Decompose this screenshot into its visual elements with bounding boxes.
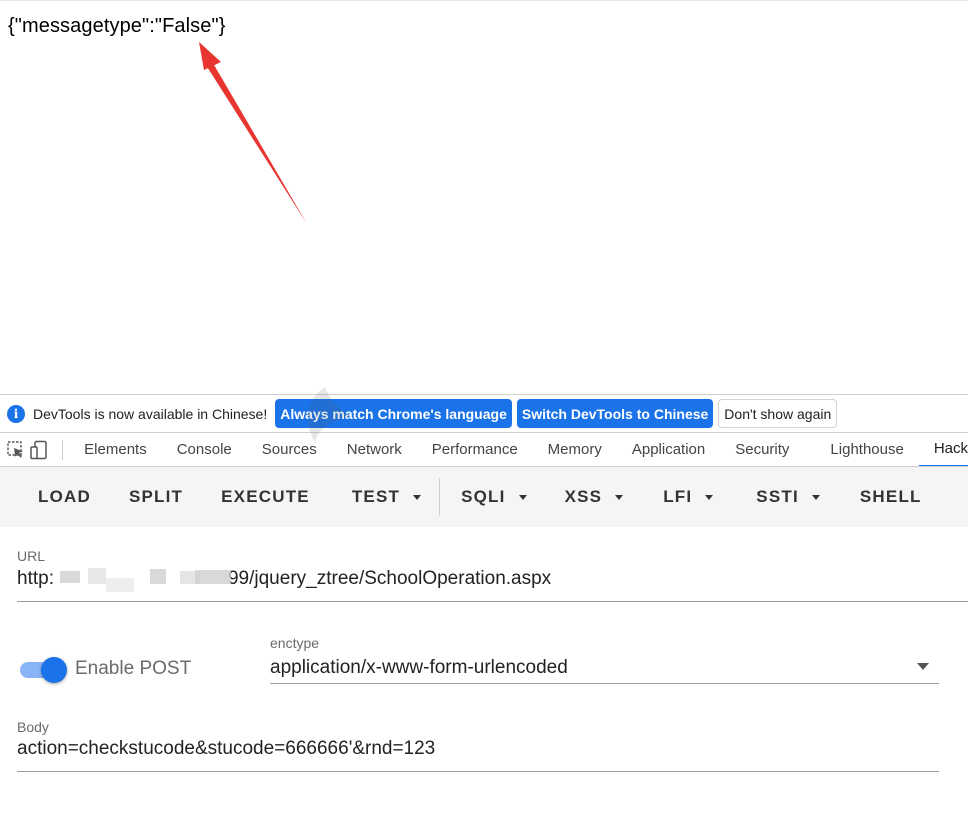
chevron-down-icon[interactable] [917,663,929,670]
url-underline [17,601,968,602]
arrow-head [199,42,221,70]
shell-menu-button[interactable]: SHELL [860,467,922,527]
enctype-label: enctype [270,635,320,651]
lfi-menu-button[interactable]: LFI [663,467,714,527]
redaction-block [88,568,106,584]
url-prefix: http: [17,568,54,589]
execute-button[interactable]: EXECUTE [221,467,310,527]
lfi-label: LFI [663,487,693,506]
tab-console[interactable]: Console [162,433,247,466]
tab-hackbar[interactable]: Hack [918,433,968,466]
redaction-block [195,570,231,584]
dropdown-caret-icon [413,494,422,500]
redaction-block [60,571,80,583]
device-toolbar-icon[interactable] [27,433,50,466]
tab-security[interactable]: Security [720,433,804,466]
dropdown-caret-icon [705,494,714,500]
tab-memory[interactable]: Memory [533,433,617,466]
toolbar-divider [62,439,64,460]
url-label: URL [17,548,46,564]
ssti-menu-button[interactable]: SSTI [756,467,820,527]
tab-elements[interactable]: Elements [76,433,162,466]
tab-sources[interactable]: Sources [247,433,332,466]
toolbar-divider [439,478,441,516]
split-label: SPLIT [128,487,184,506]
sqli-label: SQLI [461,487,506,506]
body-input[interactable]: action=checkstucode&stucode=666666'&rnd=… [17,738,435,760]
tab-performance[interactable]: Performance [417,433,533,466]
dropdown-caret-icon [518,494,527,500]
body-label: Body [17,719,49,735]
xss-menu-button[interactable]: XSS [565,467,624,527]
dropdown-caret-icon [615,494,624,500]
test-menu-button[interactable]: TEST [351,467,422,527]
arrow-shaft [204,58,307,224]
split-button[interactable]: SPLIT [129,467,183,527]
redaction-block [150,569,166,584]
annotation-arrow [199,42,307,224]
redaction-block [106,578,134,592]
devtools-tabbar: Elements Console Sources Network Perform… [0,432,968,467]
enable-post-toggle[interactable] [41,657,67,683]
tab-lighthouse[interactable]: Lighthouse [804,433,918,466]
ssti-label: SSTI [756,487,799,506]
enable-post-label: Enable POST [75,658,192,679]
shell-label: SHELL [859,487,922,506]
enctype-underline [270,683,939,684]
infobar-message: DevTools is now available in Chinese! [33,405,268,422]
url-suffix: 99/jquery_ztree/SchoolOperation.aspx [227,568,552,589]
body-underline [17,771,939,772]
sqli-menu-button[interactable]: SQLI [461,467,527,527]
tab-application[interactable]: Application [617,433,720,466]
load-button[interactable]: LOAD [38,467,91,527]
info-icon: i [7,404,25,423]
dropdown-caret-icon [811,494,820,500]
enctype-select[interactable]: application/x-www-form-urlencoded [270,657,568,679]
execute-label: EXECUTE [221,487,310,506]
load-label: LOAD [38,487,91,506]
inspect-element-icon[interactable] [4,433,27,466]
test-label: TEST [351,487,401,506]
tab-network[interactable]: Network [332,433,417,466]
hackbar-toolbar: LOAD SPLIT EXECUTE TEST SQLI XSS LFI SST… [0,467,968,527]
xss-label: XSS [564,487,603,506]
switch-to-chinese-button[interactable]: Switch DevTools to Chinese [516,399,714,428]
dont-show-again-button[interactable]: Don't show again [718,399,838,428]
devtools-language-infobar: i DevTools is now available in Chinese! … [0,394,968,432]
always-match-language-button[interactable]: Always match Chrome's language [275,399,512,428]
